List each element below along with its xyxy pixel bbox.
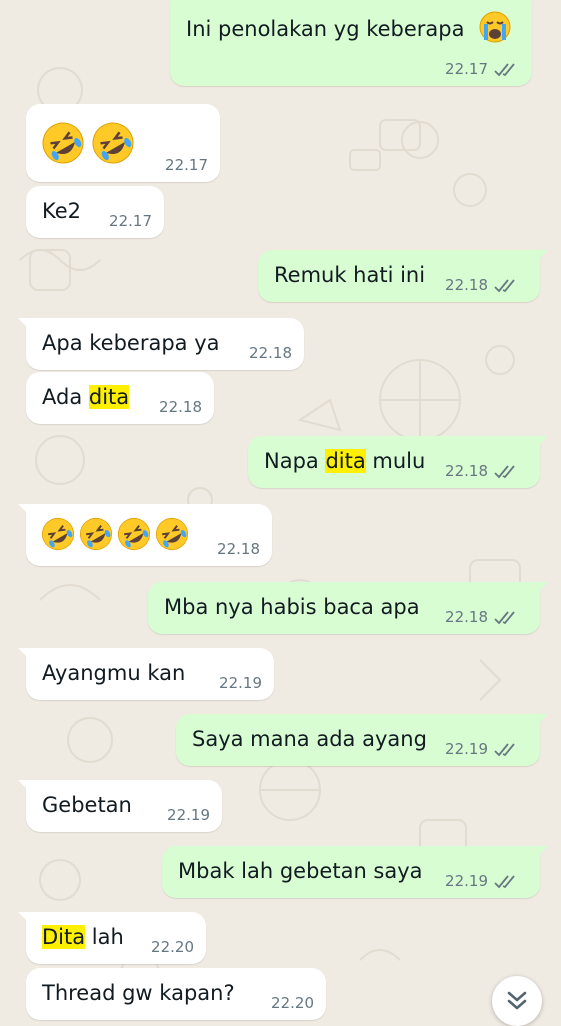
rolling-on-floor-laughing-icon bbox=[117, 517, 151, 551]
message-text: Mbak lah gebetan saya bbox=[178, 859, 423, 883]
bubble-tail bbox=[534, 846, 548, 860]
bubble-tail bbox=[534, 250, 548, 264]
message-bubble-incoming[interactable]: Apa keberapa ya 22.18 bbox=[18, 318, 304, 370]
rolling-on-floor-laughing-icon bbox=[42, 122, 84, 164]
message-time: 22.17 bbox=[165, 156, 208, 174]
message-bubble-incoming[interactable]: Ada dita 22.18 bbox=[26, 372, 214, 424]
message-time: 22.19 bbox=[445, 740, 488, 758]
message-text: Ayangmu kan bbox=[42, 661, 186, 685]
bubble-tail bbox=[18, 912, 32, 926]
message-time: 22.20 bbox=[151, 938, 194, 956]
message-bubble-outgoing[interactable]: Saya mana ada ayang 22.19 bbox=[176, 714, 548, 766]
message-text-part: mulu bbox=[365, 449, 426, 473]
message-time: 22.20 bbox=[271, 994, 314, 1012]
search-highlight: dita bbox=[88, 385, 130, 409]
search-highlight: dita bbox=[325, 449, 366, 473]
double-check-icon bbox=[494, 465, 515, 479]
message-text: Gebetan bbox=[42, 793, 132, 817]
message-text: Dita lah bbox=[42, 924, 124, 950]
message-bubble-outgoing[interactable]: Mba nya habis baca apa 22.18 bbox=[148, 582, 548, 634]
message-bubble-incoming[interactable]: Gebetan 22.19 bbox=[18, 780, 222, 832]
message-text-part: lah bbox=[85, 925, 124, 949]
bubble-tail bbox=[18, 504, 32, 518]
message-time: 22.18 bbox=[249, 344, 292, 362]
message-bubble-incoming[interactable]: Dita lah 22.20 bbox=[18, 912, 206, 964]
double-check-icon bbox=[494, 611, 515, 625]
message-bubble-incoming[interactable]: Ayangmu kan 22.19 bbox=[18, 648, 274, 700]
double-chevron-down-icon bbox=[507, 991, 527, 1010]
message-time: 22.19 bbox=[445, 872, 488, 890]
scroll-to-bottom-button[interactable] bbox=[492, 976, 542, 1026]
message-text: Ini penolakan yg keberapa bbox=[186, 17, 465, 41]
message-text-part: Napa bbox=[264, 449, 326, 473]
bubble-tail bbox=[534, 714, 548, 728]
message-text: Saya mana ada ayang bbox=[192, 727, 427, 751]
message-text: Ada dita bbox=[42, 384, 130, 410]
message-time: 22.18 bbox=[445, 608, 488, 626]
message-bubble-incoming[interactable]: 22.17 bbox=[26, 104, 220, 182]
search-highlight: Dita bbox=[42, 925, 86, 949]
bubble-tail bbox=[534, 582, 548, 596]
message-text: Apa keberapa ya bbox=[42, 331, 220, 355]
message-text: Napa dita mulu bbox=[264, 448, 425, 474]
message-time: 22.18 bbox=[445, 462, 488, 480]
rolling-on-floor-laughing-icon bbox=[41, 517, 75, 551]
bubble-tail bbox=[18, 318, 32, 332]
message-time: 22.18 bbox=[445, 276, 488, 294]
message-time: 22.19 bbox=[219, 674, 262, 692]
rolling-on-floor-laughing-icon bbox=[79, 517, 113, 551]
message-text: Remuk hati ini bbox=[274, 263, 426, 287]
message-bubble-incoming[interactable]: Thread gw kapan? 22.20 bbox=[26, 968, 326, 1020]
message-time: 22.19 bbox=[167, 806, 210, 824]
message-time: 22.17 bbox=[109, 212, 152, 230]
bubble-tail bbox=[18, 648, 32, 662]
message-time: 22.18 bbox=[217, 540, 260, 558]
rolling-on-floor-laughing-icon bbox=[155, 517, 189, 551]
double-check-icon bbox=[494, 875, 515, 889]
double-check-icon bbox=[494, 279, 515, 293]
bubble-tail bbox=[534, 436, 548, 450]
message-text: Thread gw kapan? bbox=[42, 981, 235, 1005]
message-text-part: Ada bbox=[42, 385, 89, 409]
message-bubble-outgoing[interactable]: Mbak lah gebetan saya 22.19 bbox=[162, 846, 548, 898]
message-bubble-outgoing[interactable]: Napa dita mulu 22.18 bbox=[248, 436, 548, 488]
message-time: 22.18 bbox=[159, 398, 202, 416]
rolling-on-floor-laughing-icon bbox=[92, 122, 134, 164]
double-check-icon bbox=[494, 63, 515, 77]
message-bubble-outgoing[interactable]: Ini penolakan yg keberapa 22.17 bbox=[170, 0, 532, 86]
message-text: Ke2 bbox=[42, 199, 82, 223]
double-check-icon bbox=[494, 743, 515, 757]
loudly-crying-face-icon bbox=[479, 11, 511, 43]
bubble-tail bbox=[18, 780, 32, 794]
message-bubble-incoming[interactable]: 22.18 bbox=[18, 504, 272, 566]
message-bubble-outgoing[interactable]: Remuk hati ini 22.18 bbox=[258, 250, 548, 302]
message-bubble-incoming[interactable]: Ke2 22.17 bbox=[26, 186, 164, 238]
message-text: Mba nya habis baca apa bbox=[164, 595, 420, 619]
message-time: 22.17 bbox=[445, 60, 488, 78]
